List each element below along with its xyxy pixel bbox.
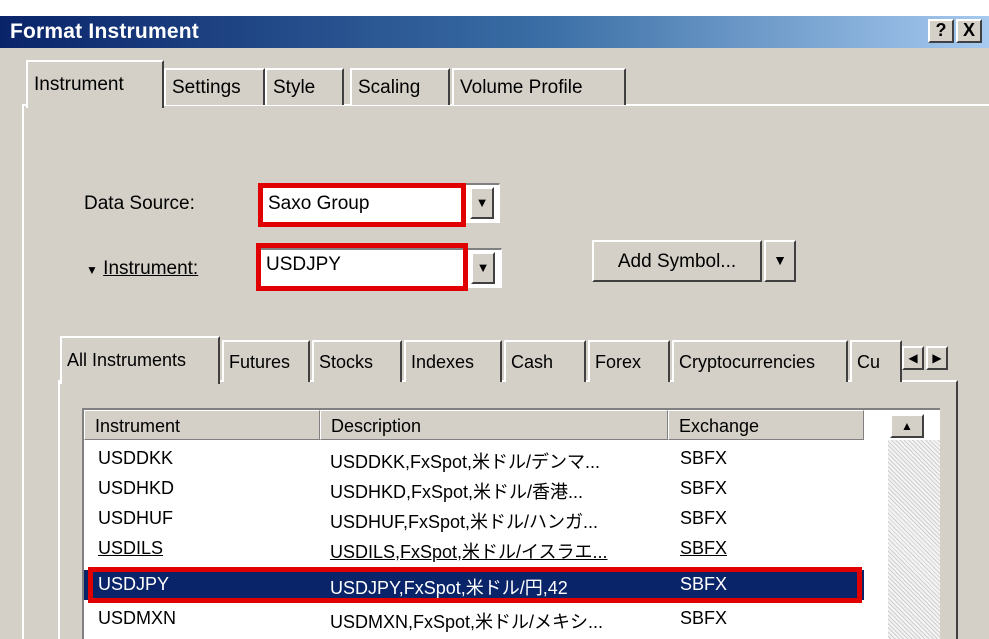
cell-description: USDMXN,FxSpot,米ドル/メキシ... — [330, 612, 604, 632]
subtab-forex[interactable]: Forex — [588, 340, 670, 382]
subtab-custom[interactable]: Cu — [850, 340, 902, 382]
subtab-stocks[interactable]: Stocks — [312, 340, 402, 382]
tab-scaling[interactable]: Scaling — [350, 68, 450, 105]
cell-exchange: SBFX — [680, 608, 728, 628]
scroll-right-icon[interactable]: ▶ — [926, 346, 948, 370]
cell-instrument: USDILS — [98, 538, 164, 558]
help-button[interactable]: ? — [928, 19, 954, 43]
add-symbol-dropdown-icon[interactable]: ▼ — [764, 240, 796, 282]
tab-settings[interactable]: Settings — [164, 68, 265, 105]
scroll-left-icon[interactable]: ◀ — [902, 346, 924, 370]
cell-exchange: SBFX — [680, 538, 728, 558]
tab-style[interactable]: Style — [265, 68, 344, 105]
column-header-description[interactable]: Description — [320, 410, 668, 440]
instrument-label-row[interactable]: ▼ Instrument: — [86, 258, 198, 280]
column-header-instrument[interactable]: Instrument — [84, 410, 320, 440]
cell-description: USDHKD,FxSpot,米ドル/香港... — [330, 482, 584, 502]
vertical-scrollbar[interactable] — [888, 440, 940, 639]
instrument-label: Instrument: — [103, 258, 199, 279]
cell-exchange: SBFX — [680, 508, 728, 528]
table-row[interactable]: USDHKD USDHKD,FxSpot,米ドル/香港... SBFX — [84, 474, 864, 504]
add-symbol-button[interactable]: Add Symbol... — [592, 240, 762, 282]
subtab-indexes[interactable]: Indexes — [404, 340, 502, 382]
window-title: Format Instrument — [10, 20, 199, 43]
cell-description: USDHUF,FxSpot,米ドル/ハンガ... — [330, 512, 599, 532]
highlight-box-instrument — [256, 243, 468, 291]
dropdown-icon[interactable]: ▼ — [471, 252, 495, 284]
tab-volume-profile[interactable]: Volume Profile — [452, 68, 626, 105]
instrument-table[interactable]: Instrument Description Exchange ▲ USDDKK… — [82, 408, 940, 639]
cell-instrument: USDDKK — [98, 448, 174, 468]
table-row[interactable]: USDMXN USDMXN,FxSpot,米ドル/メキシ... SBFX — [84, 604, 864, 634]
highlight-box-data-source — [258, 183, 466, 227]
scroll-up-icon[interactable]: ▲ — [890, 414, 924, 438]
tab-instrument[interactable]: Instrument — [26, 60, 164, 108]
cell-instrument: USDMXN — [98, 608, 177, 628]
cell-description: USDILS,FxSpot,米ドル/イスラエ... — [330, 542, 608, 562]
subtab-futures[interactable]: Futures — [222, 340, 310, 382]
subtab-cash[interactable]: Cash — [504, 340, 586, 382]
data-source-label: Data Source: — [84, 193, 195, 214]
cell-instrument: USDHKD — [98, 478, 175, 498]
table-row[interactable]: USDILS USDILS,FxSpot,米ドル/イスラエ... SBFX — [84, 534, 864, 564]
triangle-down-icon: ▼ — [86, 263, 98, 277]
cell-exchange: SBFX — [680, 478, 728, 498]
close-button[interactable]: X — [956, 19, 982, 43]
column-header-exchange[interactable]: Exchange — [668, 410, 864, 440]
subtab-all-instruments[interactable]: All Instruments — [60, 336, 220, 384]
cell-instrument: USDHUF — [98, 508, 173, 528]
dropdown-icon[interactable]: ▼ — [470, 187, 494, 219]
table-row[interactable]: USDDKK USDDKK,FxSpot,米ドル/デンマ... SBFX — [84, 444, 864, 474]
table-row[interactable]: USDHUF USDHUF,FxSpot,米ドル/ハンガ... SBFX — [84, 504, 864, 534]
cell-description: USDDKK,FxSpot,米ドル/デンマ... — [330, 452, 601, 472]
cell-exchange: SBFX — [680, 448, 728, 468]
highlight-box-selected-row — [88, 567, 862, 603]
subtab-cryptocurrencies[interactable]: Cryptocurrencies — [672, 340, 848, 382]
